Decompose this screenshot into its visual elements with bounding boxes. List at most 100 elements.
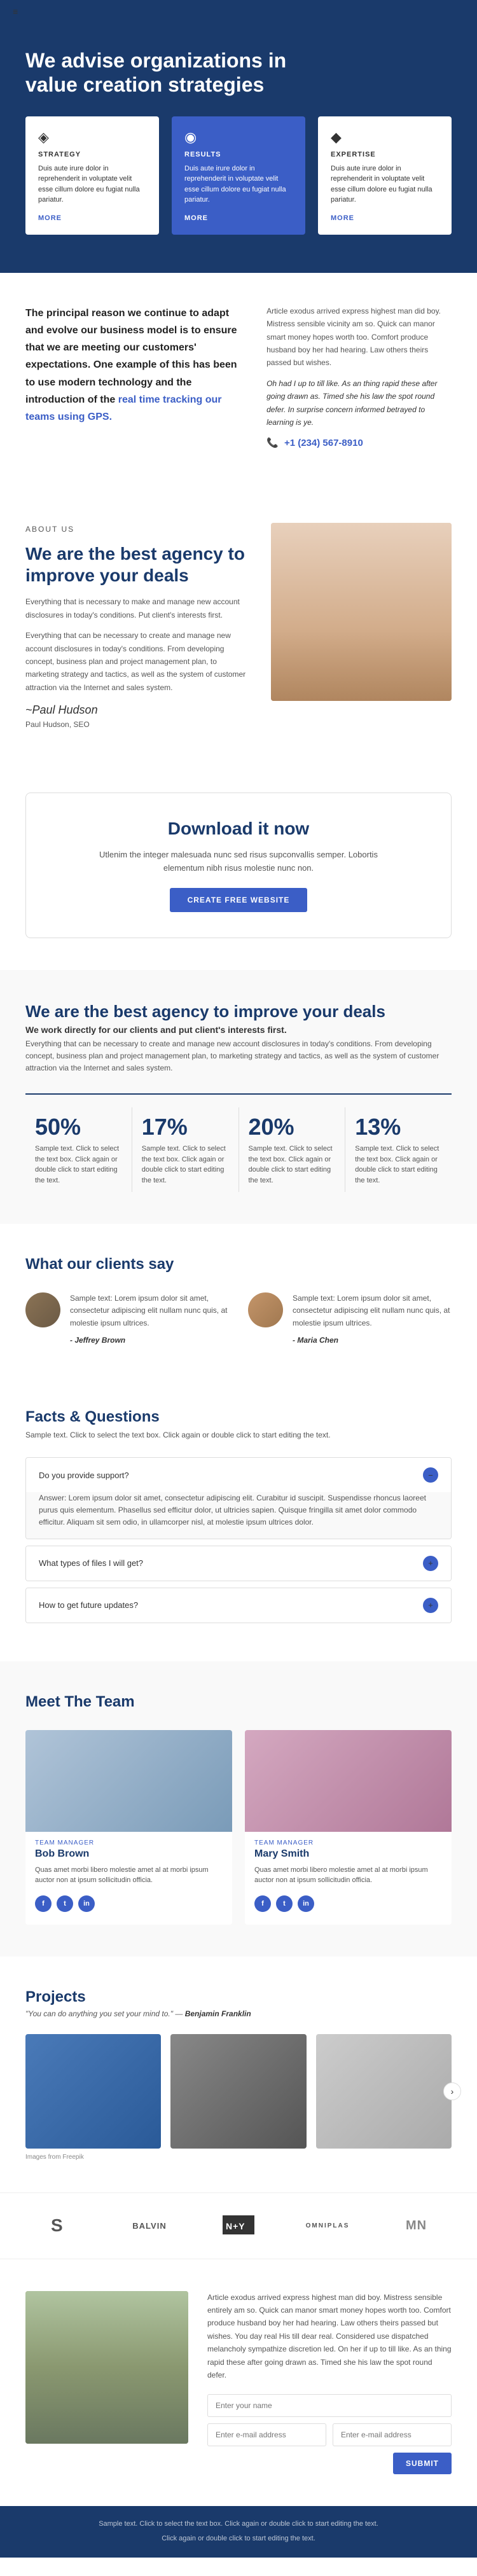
info-quote: Oh had I up to till like. As an thing ra… bbox=[266, 377, 452, 429]
stat-20: 20% Sample text. Click to select the tex… bbox=[239, 1107, 346, 1192]
testimonial-1-text: Sample text: Lorem ipsum dolor sit amet,… bbox=[70, 1292, 229, 1345]
twitter-icon-bob[interactable]: t bbox=[57, 1895, 73, 1912]
hero-section: We advise organizations in value creatio… bbox=[0, 23, 477, 273]
faq-heading: Facts & Questions bbox=[25, 1408, 452, 1426]
brands-section: S BALVIN N+Y OMNIPLAS MN bbox=[0, 2192, 477, 2259]
contact-email-input[interactable] bbox=[207, 2423, 326, 2446]
twitter-icon-mary[interactable]: t bbox=[276, 1895, 293, 1912]
hamburger-icon[interactable]: ≡ bbox=[13, 6, 18, 17]
projects-quote: "You can do anything you set your mind t… bbox=[25, 2009, 452, 2018]
faq-question-1[interactable]: Do you provide support? − bbox=[26, 1458, 451, 1492]
results-icon: ◉ bbox=[184, 129, 293, 146]
strategy-icon: ◈ bbox=[38, 129, 146, 146]
faq-question-2[interactable]: What types of files I will get? + bbox=[26, 1546, 451, 1581]
projects-next-button[interactable]: › bbox=[443, 2082, 461, 2100]
linkedin-icon-mary[interactable]: in bbox=[298, 1895, 314, 1912]
stat-20-number: 20% bbox=[249, 1114, 336, 1140]
project-item-3[interactable] bbox=[316, 2034, 452, 2149]
faq-item-3: How to get future updates? + bbox=[25, 1588, 452, 1623]
faq-toggle-2[interactable]: + bbox=[423, 1556, 438, 1571]
create-website-button[interactable]: CREATE FREE WEBSITE bbox=[170, 888, 308, 912]
testimonial-2-author: - Maria Chen bbox=[293, 1336, 338, 1345]
team-cards: team manager Bob Brown Quas amet morbi l… bbox=[25, 1730, 452, 1925]
svg-text:S: S bbox=[51, 2215, 64, 2235]
team-label-bob: team manager bbox=[25, 1832, 232, 1848]
testimonial-2: Sample text: Lorem ipsum dolor sit amet,… bbox=[248, 1292, 452, 1345]
testimonial-1: Sample text: Lorem ipsum dolor sit amet,… bbox=[25, 1292, 229, 1345]
testimonial-2-text: Sample text: Lorem ipsum dolor sit amet,… bbox=[293, 1292, 452, 1345]
team-card-mary: team manager Mary Smith Quas amet morbi … bbox=[245, 1730, 452, 1925]
contact-body: Article exodus arrived express highest m… bbox=[207, 2291, 452, 2382]
info-right-text: Article exodus arrived express highest m… bbox=[266, 305, 452, 370]
team-card-bob: team manager Bob Brown Quas amet morbi l… bbox=[25, 1730, 232, 1925]
about-label: about us bbox=[25, 523, 252, 536]
facebook-icon-bob[interactable]: f bbox=[35, 1895, 52, 1912]
contact-name-input[interactable] bbox=[207, 2394, 452, 2417]
stats-row: 50% Sample text. Click to select the tex… bbox=[25, 1093, 452, 1192]
results-text: Duis aute irure dolor in reprehenderit i… bbox=[184, 163, 293, 205]
info-main-text: The principal reason we continue to adap… bbox=[25, 305, 247, 426]
strategy-more-link[interactable]: MORE bbox=[38, 214, 62, 222]
svg-text:N+Y: N+Y bbox=[226, 2221, 245, 2231]
agency-heading: We are the best agency to improve your d… bbox=[25, 1002, 452, 1021]
stat-20-label: Sample text. Click to select the text bo… bbox=[249, 1144, 336, 1186]
footer: Sample text. Click to select the text bo… bbox=[0, 2506, 477, 2557]
footer-text: Sample text. Click to select the text bo… bbox=[25, 2519, 452, 2530]
brand-logo-omniplas: OMNIPLAS bbox=[293, 2222, 363, 2229]
contact-form: SUBMIT bbox=[207, 2394, 452, 2474]
download-heading: Download it now bbox=[52, 819, 425, 839]
agency-section: We are the best agency to improve your d… bbox=[0, 970, 477, 1224]
results-more-link[interactable]: MORE bbox=[184, 214, 208, 222]
faq-answer-1: Answer: Lorem ipsum dolor sit amet, cons… bbox=[26, 1492, 451, 1539]
clients-section: What our clients say Sample text: Lorem … bbox=[0, 1224, 477, 1376]
hero-card-results: ◉ RESULTS Duis aute irure dolor in repre… bbox=[172, 116, 305, 235]
avatar-maria bbox=[248, 1292, 283, 1327]
expertise-more-link[interactable]: MORE bbox=[331, 214, 354, 222]
contact-address-input[interactable] bbox=[333, 2423, 452, 2446]
stat-17-label: Sample text. Click to select the text bo… bbox=[142, 1144, 229, 1186]
expertise-icon: ◆ bbox=[331, 129, 439, 146]
faq-item-2: What types of files I will get? + bbox=[25, 1546, 452, 1581]
testimonial-1-author: - Jeffrey Brown bbox=[70, 1336, 125, 1345]
about-heading: We are the best agency to improve your d… bbox=[25, 543, 252, 586]
team-photo-mary bbox=[245, 1730, 452, 1832]
stat-50-label: Sample text. Click to select the text bo… bbox=[35, 1144, 122, 1186]
contact-right: Article exodus arrived express highest m… bbox=[207, 2291, 452, 2475]
team-label-mary: team manager bbox=[245, 1832, 452, 1848]
team-name-bob: Bob Brown bbox=[25, 1848, 232, 1865]
about-intro: Everything that is necessary to make and… bbox=[25, 595, 252, 621]
projects-grid: › bbox=[25, 2034, 452, 2149]
about-section: about us We are the best agency to impro… bbox=[0, 491, 477, 761]
faq-toggle-3[interactable]: + bbox=[423, 1598, 438, 1613]
footer-links: Click again or double click to start edi… bbox=[25, 2533, 452, 2545]
testimonials: Sample text: Lorem ipsum dolor sit amet,… bbox=[25, 1292, 452, 1345]
download-inner: Download it now Utlenim the integer male… bbox=[25, 793, 452, 938]
download-text: Utlenim the integer malesuada nunc sed r… bbox=[95, 848, 382, 875]
faq-item-1: Do you provide support? − Answer: Lorem … bbox=[25, 1457, 452, 1539]
contact-submit-button[interactable]: SUBMIT bbox=[393, 2453, 452, 2474]
brand-logo-mn: MN bbox=[382, 2215, 452, 2236]
about-left: about us We are the best agency to impro… bbox=[25, 523, 252, 729]
stat-17: 17% Sample text. Click to select the tex… bbox=[132, 1107, 239, 1192]
project-item-1[interactable] bbox=[25, 2034, 161, 2149]
info-left: The principal reason we continue to adap… bbox=[25, 305, 247, 459]
stat-13-label: Sample text. Click to select the text bo… bbox=[355, 1144, 442, 1186]
signature: ~Paul Hudson bbox=[25, 703, 252, 717]
facebook-icon-mary[interactable]: f bbox=[254, 1895, 271, 1912]
portrait-image bbox=[271, 523, 452, 701]
avatar-jeffrey bbox=[25, 1292, 60, 1327]
brand-logo-s: S bbox=[25, 2212, 95, 2240]
linkedin-icon-bob[interactable]: in bbox=[78, 1895, 95, 1912]
project-item-2[interactable] bbox=[170, 2034, 306, 2149]
strategy-text: Duis aute irure dolor in reprehenderit i… bbox=[38, 163, 146, 205]
stat-17-number: 17% bbox=[142, 1114, 229, 1140]
faq-toggle-1[interactable]: − bbox=[423, 1467, 438, 1483]
team-socials-mary: f t in bbox=[245, 1892, 452, 1915]
stat-13: 13% Sample text. Click to select the tex… bbox=[345, 1107, 452, 1192]
hero-heading: We advise organizations in value creatio… bbox=[25, 48, 343, 97]
agency-subtitle: We work directly for our clients and put… bbox=[25, 1025, 452, 1035]
about-right bbox=[271, 523, 452, 701]
faq-question-3[interactable]: How to get future updates? + bbox=[26, 1588, 451, 1623]
download-section: Download it now Utlenim the integer male… bbox=[0, 761, 477, 970]
info-right: Article exodus arrived express highest m… bbox=[266, 305, 452, 459]
